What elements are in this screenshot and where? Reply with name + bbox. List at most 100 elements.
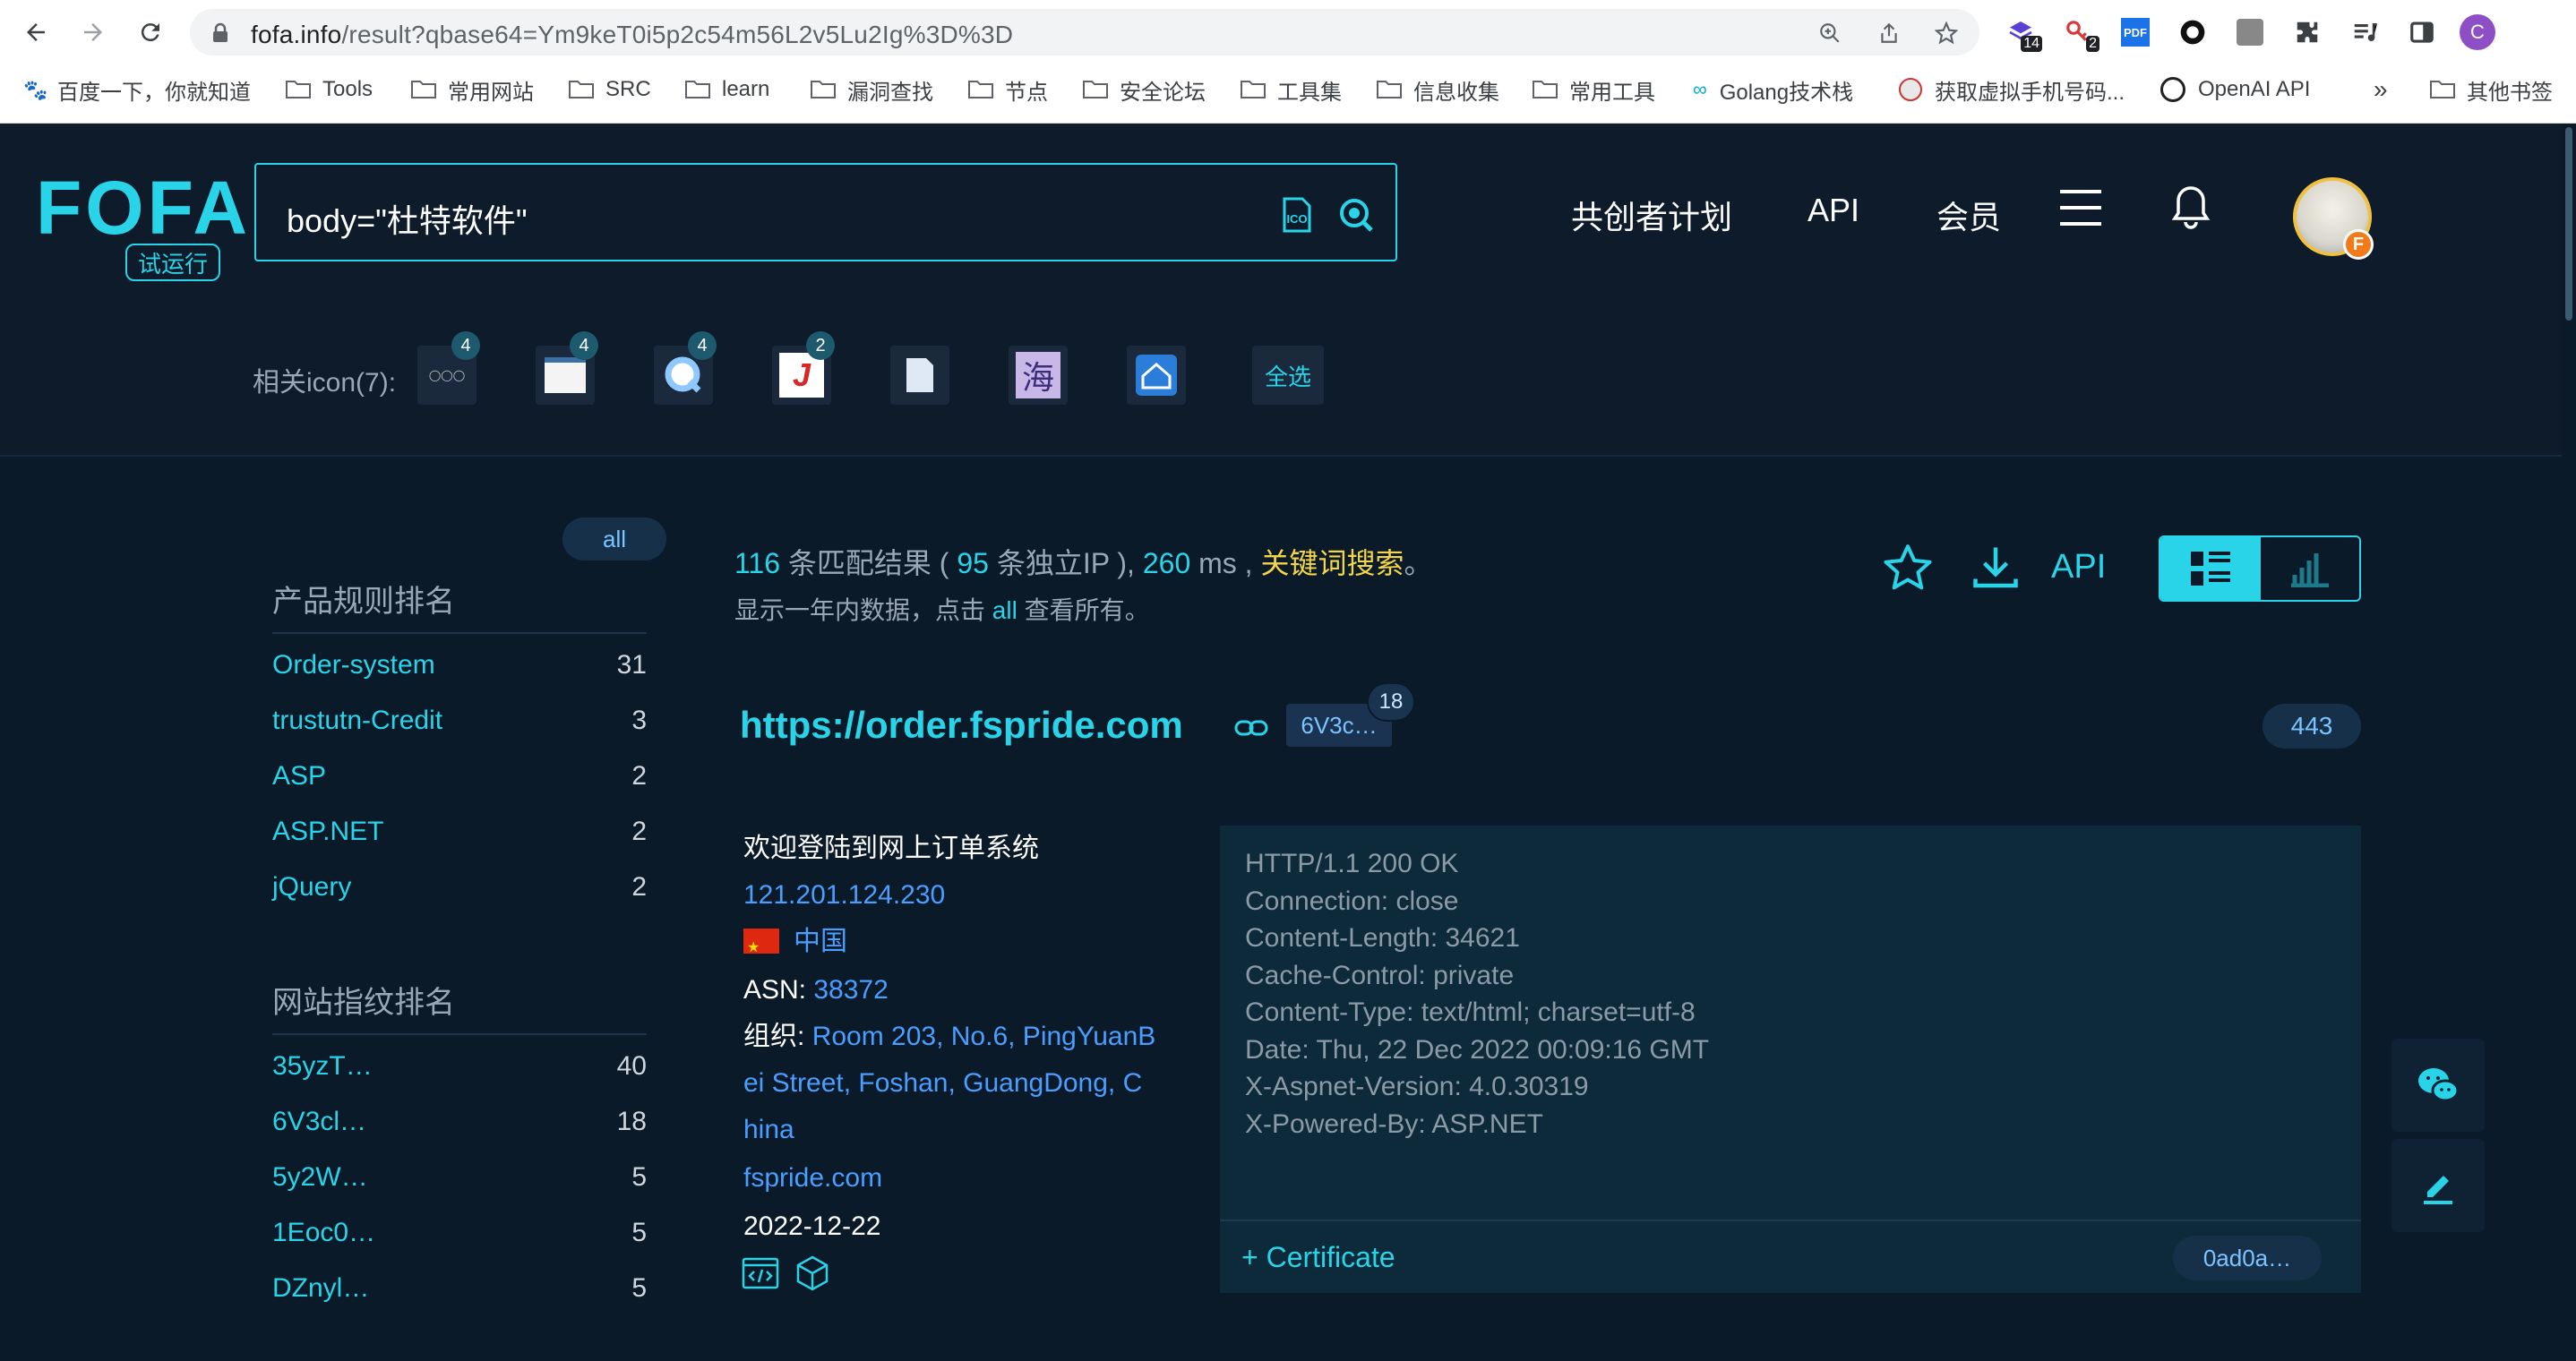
fofa-logo[interactable]: FOFA [36, 170, 251, 245]
port-badge[interactable]: 443 [2263, 704, 2361, 749]
related-icon-2[interactable]: 4 [536, 331, 598, 405]
page-scrollbar[interactable] [2562, 124, 2576, 1361]
address-bar[interactable]: fofa.info/result?qbase64=Ym9keT0i5p2c54m… [190, 9, 1979, 56]
url-text[interactable]: fofa.info/result?qbase64=Ym9keT0i5p2c54m… [251, 21, 1013, 49]
result-ip-link[interactable]: 121.201.124.230 [743, 872, 945, 919]
bookmark-folder[interactable]: Tools [285, 73, 373, 106]
edit-icon[interactable] [2391, 1139, 2485, 1232]
rank-name[interactable]: 1Eoc0… [272, 1218, 375, 1248]
forward-arrow-icon[interactable] [75, 14, 111, 50]
bookmark-folder[interactable]: 常用工具 [1532, 73, 1655, 106]
product-rank-row[interactable]: Order-system 31 [272, 643, 647, 688]
extension-stack-icon[interactable]: 14 [2003, 14, 2042, 52]
bookmark-item[interactable]: 获取虚拟手机号码... [1899, 73, 2125, 106]
result-country[interactable]: 中国 [743, 919, 847, 972]
cube-icon[interactable] [795, 1255, 829, 1291]
nav-membership[interactable]: 会员 [1936, 192, 2001, 238]
product-rank-row[interactable]: ASP.NET 2 [272, 809, 647, 854]
pdf-extension-icon[interactable]: PDF [2117, 14, 2153, 50]
extension-key-icon[interactable]: 2 [2060, 14, 2099, 52]
chart-view-icon[interactable] [2261, 537, 2359, 600]
fingerprint-rank-row[interactable]: 5y2W… 5 [272, 1155, 647, 1200]
select-all-button[interactable]: 全选 [1252, 346, 1324, 405]
side-panel-icon[interactable] [2404, 14, 2440, 50]
related-icon-1[interactable]: ◯◯◯ 4 [417, 331, 480, 405]
more-bookmarks-chevron[interactable]: » [2374, 73, 2388, 106]
certificate-hash-badge[interactable]: 0ad0a… [2173, 1236, 2322, 1280]
product-rank-row[interactable]: jQuery 2 [272, 865, 647, 910]
hamburger-menu-icon[interactable] [2058, 188, 2103, 227]
fingerprint-rank-row[interactable]: 6V3cl… 18 [272, 1100, 647, 1144]
show-all-link[interactable]: all [992, 596, 1018, 624]
related-icon-7[interactable] [1127, 346, 1186, 405]
search-input[interactable]: body="杜特软件" ICO [254, 163, 1397, 261]
link-icon[interactable] [1234, 716, 1268, 740]
product-rank-row[interactable]: ASP 2 [272, 754, 647, 799]
result-domain-link[interactable]: fspride.com [743, 1155, 882, 1202]
bookmark-folder[interactable]: SRC [568, 73, 651, 106]
nav-api[interactable]: API [1807, 192, 1859, 229]
keyword-search-link[interactable]: 关键词搜索 [1260, 547, 1404, 579]
api-link[interactable]: API [2051, 548, 2106, 586]
zoom-icon[interactable] [1818, 21, 1842, 45]
bookmark-folder[interactable]: learn [684, 73, 769, 106]
search-query-text[interactable]: body="杜特软件" [287, 195, 528, 242]
other-bookmarks-folder[interactable]: 其他书签 [2429, 73, 2553, 106]
bookmark-folder[interactable]: 节点 [967, 73, 1048, 106]
download-icon[interactable] [1969, 541, 2022, 595]
search-icon[interactable] [1336, 195, 1376, 235]
list-view-icon[interactable] [2160, 537, 2261, 600]
profile-avatar[interactable]: C [2460, 14, 2495, 50]
nav-cocreator[interactable]: 共创者计划 [1571, 192, 1732, 238]
rank-name[interactable]: Order-system [272, 650, 435, 680]
rank-name[interactable]: 6V3cl… [272, 1107, 366, 1137]
all-filter-button[interactable]: all [562, 518, 666, 561]
certificate-expand-button[interactable]: + Certificate [1241, 1241, 1395, 1274]
share-icon[interactable] [1877, 21, 1901, 45]
puzzle-icon[interactable] [2289, 14, 2325, 50]
bell-icon[interactable] [2171, 184, 2211, 229]
rank-name[interactable]: ASP [272, 761, 326, 792]
org-link[interactable]: Room 203, No.6, PingYuanB [812, 1022, 1156, 1051]
bookmark-item[interactable]: 🐾 百度一下，你就知道 [23, 73, 251, 106]
rank-name[interactable]: jQuery [272, 872, 351, 903]
reload-icon[interactable] [133, 14, 168, 50]
fingerprint-rank-row[interactable]: 35yzT… 40 [272, 1044, 647, 1089]
bookmark-star-icon[interactable] [1934, 21, 1959, 45]
rank-name[interactable]: 5y2W… [272, 1162, 368, 1193]
org-link[interactable]: ei Street, Foshan, GuangDong, C [743, 1060, 1142, 1107]
fingerprint-rank-row[interactable]: 1Eoc0… 5 [272, 1211, 647, 1255]
circle-extension-icon[interactable] [2175, 14, 2211, 50]
rank-name[interactable]: DZnyl… [272, 1273, 369, 1304]
lock-icon[interactable] [211, 22, 229, 48]
country-name[interactable]: 中国 [794, 927, 847, 956]
back-arrow-icon[interactable] [18, 14, 54, 50]
code-icon[interactable] [742, 1257, 779, 1289]
bookmark-item[interactable]: OpenAI API [2160, 73, 2310, 106]
bookmark-folder[interactable]: 漏洞查找 [810, 73, 933, 106]
rank-name[interactable]: 35yzT… [272, 1051, 373, 1082]
asn-link[interactable]: 38372 [813, 975, 888, 1005]
related-icon-4[interactable]: J 2 [772, 331, 835, 405]
rank-name[interactable]: trustutn-Credit [272, 706, 442, 736]
org-link[interactable]: hina [743, 1107, 794, 1153]
related-icon-5[interactable] [890, 346, 949, 405]
bookmark-folder[interactable]: 信息收集 [1376, 73, 1499, 106]
rank-name[interactable]: ASP.NET [272, 817, 384, 847]
result-url-link[interactable]: https://order.fspride.com [740, 704, 1183, 747]
star-icon[interactable] [1881, 541, 1935, 595]
globe-extension-icon[interactable] [2232, 14, 2268, 50]
media-control-icon[interactable] [2347, 14, 2383, 50]
icon-search-icon[interactable]: ICO [1277, 195, 1317, 235]
related-icon-6[interactable]: 海 [1009, 346, 1068, 405]
scrollbar-thumb[interactable] [2565, 127, 2572, 321]
related-icon-3[interactable]: 4 [654, 331, 717, 405]
fingerprint-rank-row[interactable]: DZnyl… 5 [272, 1266, 647, 1311]
http-header-panel: HTTP/1.1 200 OK Connection: close Conten… [1220, 826, 2361, 1293]
bookmark-folder[interactable]: 常用网站 [410, 73, 534, 106]
bookmark-folder[interactable]: 安全论坛 [1082, 73, 1206, 106]
bookmark-item[interactable]: ∞ Golang技术栈 [1693, 73, 1853, 106]
bookmark-folder[interactable]: 工具集 [1240, 73, 1342, 106]
product-rank-row[interactable]: trustutn-Credit 3 [272, 698, 647, 743]
wechat-icon[interactable] [2391, 1039, 2485, 1132]
